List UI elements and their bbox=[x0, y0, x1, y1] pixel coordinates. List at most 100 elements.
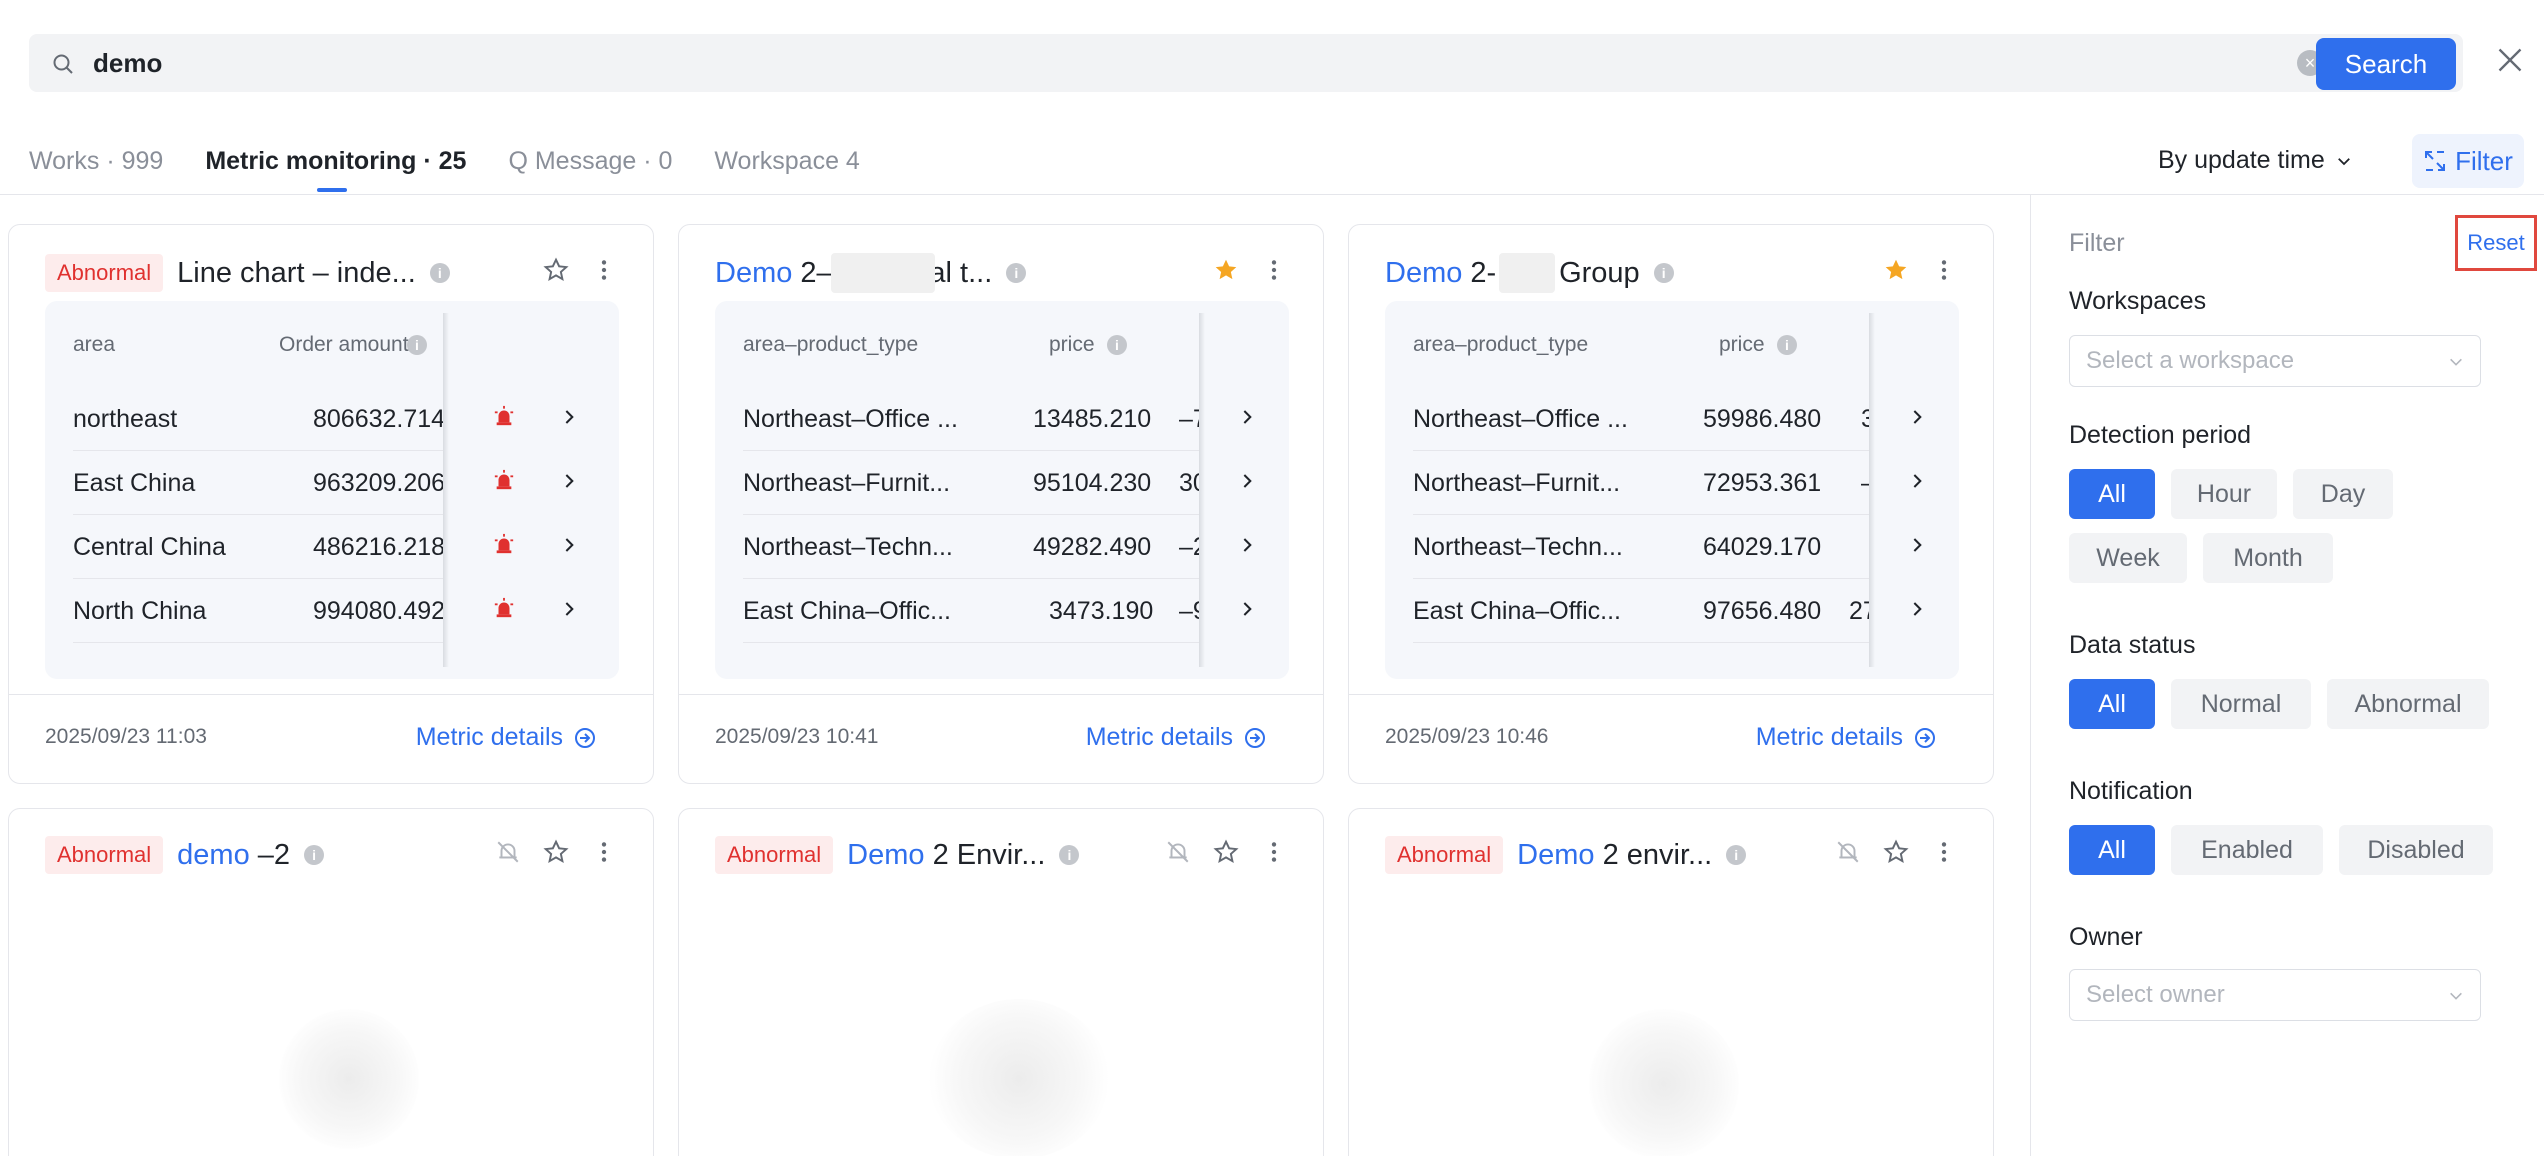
tab-q-message[interactable]: Q Message · 0 bbox=[508, 140, 672, 196]
period-option-month[interactable]: Month bbox=[2203, 533, 2333, 583]
close-icon[interactable] bbox=[2496, 46, 2524, 74]
metric-card[interactable]: Abnormal Line chart – inde... i area Ord… bbox=[8, 224, 654, 784]
tab-metric-monitoring[interactable]: Metric monitoring · 25 bbox=[205, 140, 466, 196]
metric-details-link[interactable]: Metric details bbox=[1086, 723, 1267, 752]
table-row[interactable]: East China–Offic... 3473.190 –96 bbox=[743, 579, 1261, 643]
more-icon[interactable] bbox=[1931, 839, 1957, 865]
chevron-right-icon[interactable] bbox=[1909, 409, 1925, 425]
loading-placeholder bbox=[929, 999, 1109, 1156]
table-row[interactable]: Northeast–Office ... 13485.210 –77 bbox=[743, 387, 1261, 451]
info-icon[interactable]: i bbox=[1006, 263, 1027, 283]
data-status-label: Data status bbox=[2069, 631, 2196, 659]
sort-dropdown[interactable]: By update time bbox=[2158, 146, 2353, 175]
table-row[interactable]: Northeast–Furnit... 95104.230 30 bbox=[743, 451, 1261, 515]
period-option-all[interactable]: All bbox=[2069, 469, 2155, 519]
row-value: 963209.206 bbox=[313, 469, 446, 497]
more-icon[interactable] bbox=[1261, 257, 1287, 283]
row-value: 59986.480 bbox=[1703, 405, 1822, 433]
metric-card[interactable]: Demo 2– personal t... i area–product_typ… bbox=[678, 224, 1324, 784]
info-icon[interactable]: i bbox=[1653, 263, 1674, 283]
period-option-hour[interactable]: Hour bbox=[2171, 469, 2277, 519]
notification-option-enabled[interactable]: Enabled bbox=[2171, 825, 2323, 875]
star-icon[interactable] bbox=[543, 257, 569, 283]
status-option-abnormal[interactable]: Abnormal bbox=[2327, 679, 2489, 729]
metric-card[interactable]: Abnormal Demo 2 Envir... i bbox=[678, 808, 1324, 1156]
reset-button[interactable]: Reset bbox=[2455, 215, 2537, 271]
card-title[interactable]: Demo 2 envir... bbox=[1517, 839, 1712, 872]
filter-panel: Filter Workspaces Select a workspace Det… bbox=[2030, 195, 2544, 1156]
more-icon[interactable] bbox=[591, 257, 617, 283]
filter-button[interactable]: Filter bbox=[2412, 134, 2524, 188]
tab-workspace[interactable]: Workspace 4 bbox=[714, 140, 859, 196]
card-title[interactable]: demo –2 bbox=[177, 839, 290, 872]
notification-option-all[interactable]: All bbox=[2069, 825, 2155, 875]
star-filled-icon[interactable] bbox=[1213, 257, 1239, 283]
workspace-select[interactable]: Select a workspace bbox=[2069, 335, 2481, 387]
star-icon[interactable] bbox=[543, 839, 569, 865]
chevron-down-icon bbox=[2450, 992, 2462, 1000]
more-icon[interactable] bbox=[1931, 257, 1957, 283]
info-icon[interactable]: i bbox=[429, 263, 450, 283]
chevron-right-icon[interactable] bbox=[561, 601, 577, 617]
bell-off-icon[interactable] bbox=[495, 839, 521, 865]
status-badge: Abnormal bbox=[715, 836, 834, 874]
period-option-day[interactable]: Day bbox=[2293, 469, 2393, 519]
info-icon[interactable]: i bbox=[1107, 335, 1127, 355]
row-name: East China bbox=[73, 469, 196, 497]
metric-card[interactable]: Abnormal Demo 2 envir... i bbox=[1348, 808, 1994, 1156]
chevron-right-icon[interactable] bbox=[1239, 473, 1255, 489]
more-icon[interactable] bbox=[591, 839, 617, 865]
scroll-shadow bbox=[443, 313, 449, 667]
chevron-right-icon[interactable] bbox=[1909, 473, 1925, 489]
search-input[interactable] bbox=[93, 34, 2293, 92]
chevron-right-icon[interactable] bbox=[561, 537, 577, 553]
chevron-right-icon[interactable] bbox=[1909, 601, 1925, 617]
notification-option-disabled[interactable]: Disabled bbox=[2339, 825, 2493, 875]
period-option-week[interactable]: Week bbox=[2069, 533, 2187, 583]
row-value: 13485.210 bbox=[1033, 405, 1152, 433]
bell-off-icon[interactable] bbox=[1165, 839, 1191, 865]
star-filled-icon[interactable] bbox=[1883, 257, 1909, 283]
metric-details-link[interactable]: Metric details bbox=[1756, 723, 1937, 752]
card-title[interactable]: Line chart – inde... bbox=[177, 257, 416, 290]
tab-works[interactable]: Works · 999 bbox=[29, 140, 163, 196]
info-icon[interactable]: i bbox=[304, 845, 325, 865]
updated-timestamp: 2025/09/23 10:41 bbox=[715, 725, 879, 748]
star-icon[interactable] bbox=[1883, 839, 1909, 865]
search-icon bbox=[53, 54, 73, 74]
table-row[interactable]: East China–Offic... 97656.480 271 bbox=[1413, 579, 1931, 643]
star-icon[interactable] bbox=[1213, 839, 1239, 865]
metric-card[interactable]: Demo 2- shu Group i area–product_type pr… bbox=[1348, 224, 1994, 784]
metric-table: area–product_type price i Northeast–Offi… bbox=[715, 301, 1289, 679]
chevron-right-icon[interactable] bbox=[561, 473, 577, 489]
table-row[interactable]: Northeast–Techn... 64029.170 2 bbox=[1413, 515, 1931, 579]
card-footer: 2025/09/23 10:41 Metric details bbox=[679, 694, 1323, 783]
arrow-circle-icon bbox=[1245, 727, 1265, 748]
table-row[interactable]: Northeast–Office ... 59986.480 34 bbox=[1413, 387, 1931, 451]
info-icon[interactable]: i bbox=[1777, 335, 1797, 355]
chevron-right-icon[interactable] bbox=[1909, 537, 1925, 553]
status-option-normal[interactable]: Normal bbox=[2171, 679, 2311, 729]
table-row[interactable]: Northeast–Techn... 49282.490 –23 bbox=[743, 515, 1261, 579]
metric-details-label: Metric details bbox=[415, 723, 563, 751]
info-icon[interactable]: i bbox=[1059, 845, 1080, 865]
metric-card[interactable]: Abnormal demo –2 i bbox=[8, 808, 654, 1156]
owner-select[interactable]: Select owner bbox=[2069, 969, 2481, 1021]
more-icon[interactable] bbox=[1261, 839, 1287, 865]
chevron-right-icon[interactable] bbox=[1239, 537, 1255, 553]
status-option-all[interactable]: All bbox=[2069, 679, 2155, 729]
info-icon[interactable]: i bbox=[407, 335, 427, 355]
chevron-right-icon[interactable] bbox=[1239, 409, 1255, 425]
chevron-right-icon[interactable] bbox=[1239, 601, 1255, 617]
column-header: Order amount bbox=[279, 333, 409, 356]
alarm-icon bbox=[494, 405, 514, 426]
chevron-right-icon[interactable] bbox=[561, 409, 577, 425]
metric-details-link[interactable]: Metric details bbox=[416, 723, 597, 752]
table-row[interactable]: Northeast–Furnit... 72953.361 –2 bbox=[1413, 451, 1931, 515]
bell-off-icon[interactable] bbox=[1835, 839, 1861, 865]
detection-period-label: Detection period bbox=[2069, 421, 2252, 449]
search-button[interactable]: Search bbox=[2316, 38, 2456, 90]
info-icon[interactable]: i bbox=[1726, 845, 1747, 865]
card-title[interactable]: Demo 2 Envir... bbox=[847, 839, 1045, 872]
owner-placeholder: Select owner bbox=[2086, 981, 2225, 1008]
